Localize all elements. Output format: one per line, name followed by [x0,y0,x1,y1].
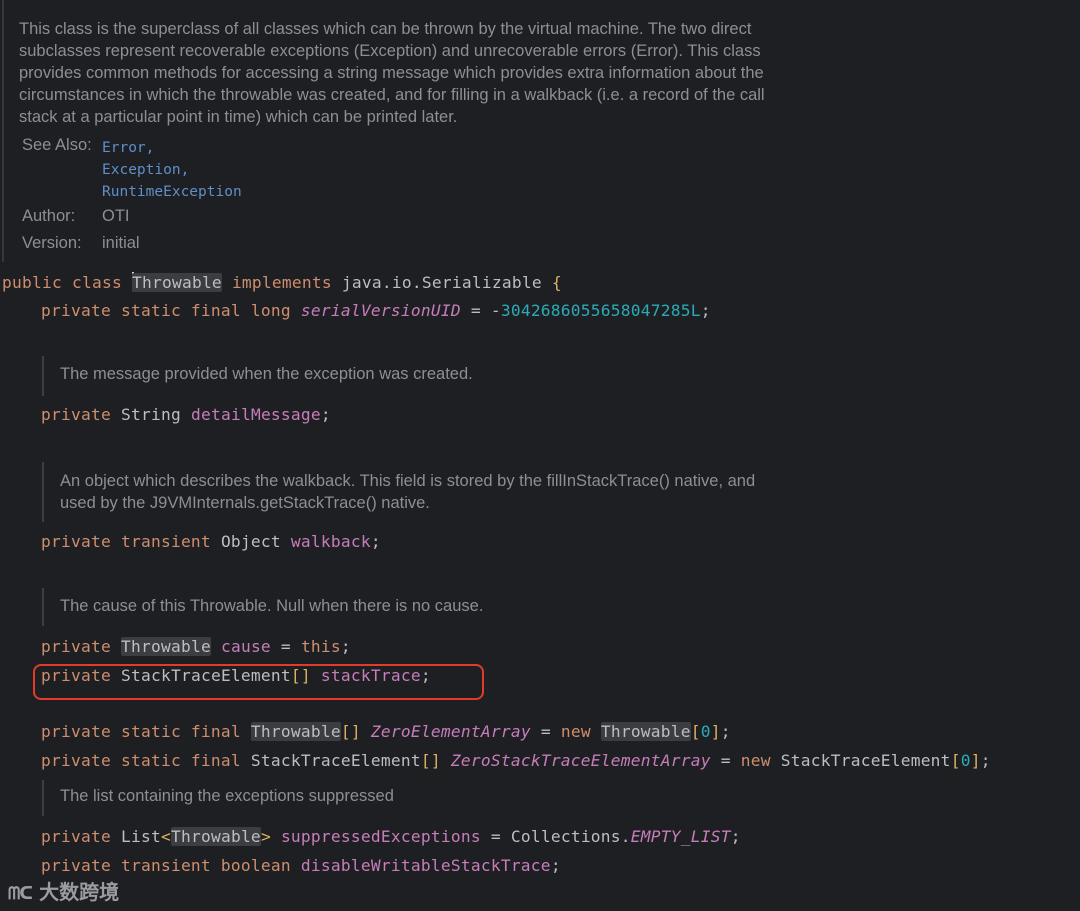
version-label: Version: [22,234,82,252]
comment-suppressed: The list containing the exceptions suppr… [60,787,394,805]
see-also-link-error[interactable]: Error, [102,140,154,156]
comment-cause: The cause of this Throwable. Null when t… [60,597,484,615]
comment-bar [42,356,44,396]
watermark-logo-icon: ᗰᑕ [8,884,33,904]
highlight-box [33,664,484,700]
disable-writable-line[interactable]: private transient boolean disableWritabl… [41,856,561,875]
comment-message: The message provided when the exception … [60,365,473,383]
detail-message-line[interactable]: private String detailMessage; [41,405,331,424]
walkback-line[interactable]: private transient Object walkback; [41,532,381,551]
comment-walkback: An object which describes the walkback. … [60,470,755,514]
comment-bar [42,588,44,626]
javadoc-line: This class is the superclass of all clas… [19,20,752,38]
comment-line: used by the J9VMInternals.getStackTrace(… [60,494,430,512]
suppressed-exceptions-line[interactable]: private List<Throwable> suppressedExcept… [41,827,741,846]
comment-bar [42,462,44,522]
see-also-link-runtimeexception[interactable]: RuntimeException [102,184,242,200]
javadoc-line: subclasses represent recoverable excepti… [19,42,761,60]
zero-element-array-line[interactable]: private static final Throwable[] ZeroEle… [41,722,731,741]
watermark: ᗰᑕ 大数跨境 [8,880,120,904]
author-label: Author: [22,207,76,225]
cause-line[interactable]: private Throwable cause = this; [41,637,351,656]
comment-line: An object which describes the walkback. … [60,472,756,490]
javadoc-description: This class is the superclass of all clas… [19,18,765,128]
zero-stack-trace-array-line[interactable]: private static final StackTraceElement[]… [41,751,991,770]
javadoc-gutter-bar [2,0,4,262]
serial-version-line[interactable]: private static final long serialVersionU… [41,301,711,320]
javadoc-line: stack at a particular point in time) whi… [19,108,458,126]
see-also-list: Error, Exception, RuntimeException [102,137,242,203]
comment-bar [42,780,44,816]
class-javadoc: This class is the superclass of all clas… [0,0,1080,262]
javadoc-line: circumstances in which the throwable was… [19,86,765,104]
see-also-link-exception[interactable]: Exception, [102,162,189,178]
class-declaration-line[interactable]: public class Throwable implements java.i… [2,272,562,292]
author-value: OTI [102,207,130,225]
see-also-label: See Also: [22,136,92,154]
version-value: initial [102,234,140,252]
javadoc-line: provides common methods for accessing a … [19,64,764,82]
